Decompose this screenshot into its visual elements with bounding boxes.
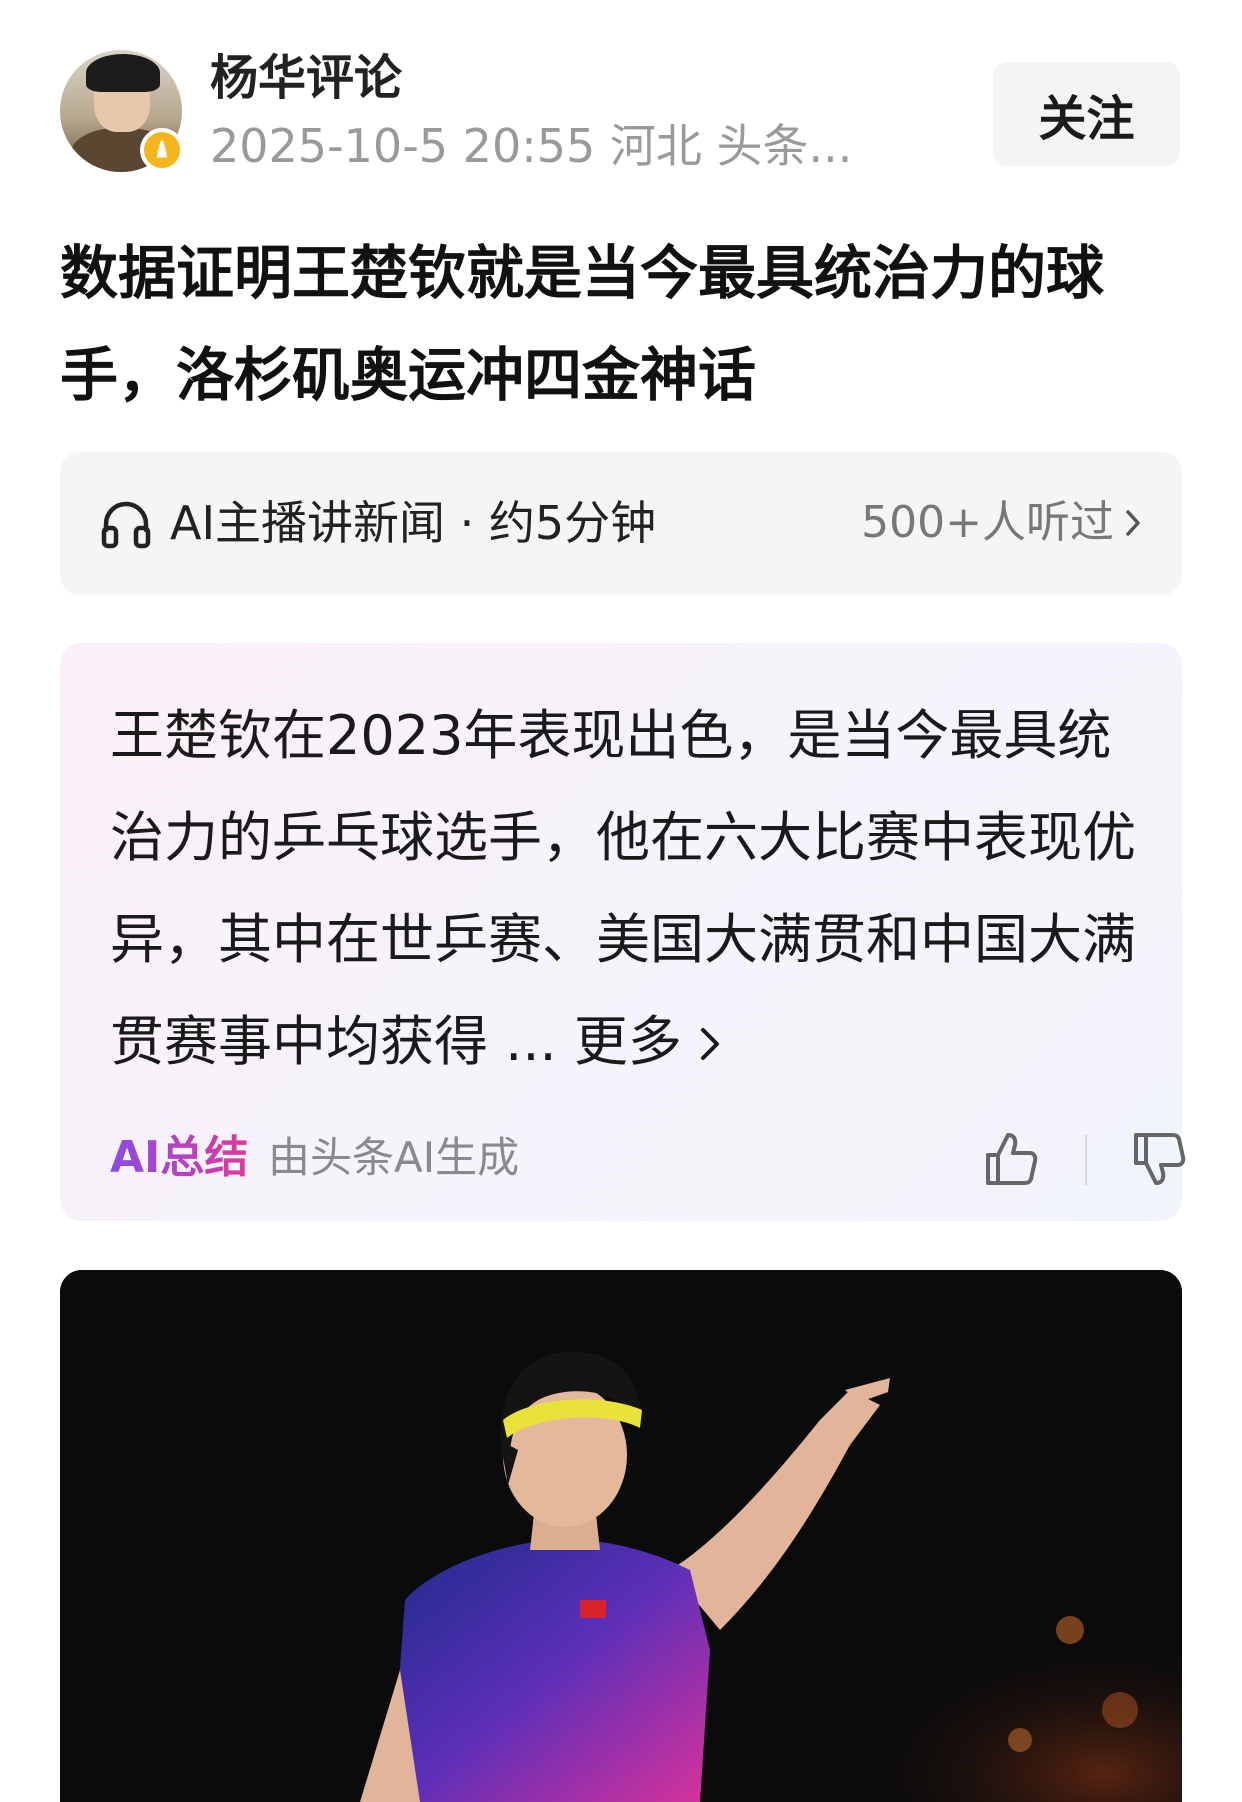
more-label: ... 更多 bbox=[505, 1010, 682, 1073]
audio-label: AI主播讲新闻 · 约5分钟 bbox=[170, 496, 657, 550]
listener-count-text: 500+人听过 bbox=[861, 497, 1114, 548]
listener-count: 500+人听过 bbox=[861, 490, 1142, 556]
athlete-photo-illustration bbox=[60, 1270, 1182, 1802]
article-title: 数据证明王楚钦就是当今最具统治力的球手，洛杉矶奥运冲四金神话 bbox=[60, 239, 1105, 409]
author-name[interactable]: 杨华评论 bbox=[210, 46, 402, 110]
ai-summary-card: 王楚钦在2023年表现出色，是当今最具统治力的乒乓球选手，他在六大比赛中表现优异… bbox=[60, 643, 1186, 1221]
ai-summary-source: 由头条AI生成 bbox=[268, 1133, 520, 1182]
ai-audio-bar[interactable]: AI主播讲新闻 · 约5分钟 500+人听过 bbox=[60, 452, 1182, 595]
article-photo[interactable] bbox=[60, 1270, 1182, 1802]
verified-badge-icon bbox=[140, 128, 184, 172]
ai-summary-footer: AI总结 由头条AI生成 bbox=[110, 1123, 1186, 1193]
thumbs-down-icon[interactable] bbox=[1128, 1129, 1188, 1189]
thumbs-up-icon[interactable] bbox=[980, 1129, 1040, 1189]
ai-summary-body: 王楚钦在2023年表现出色，是当今最具统治力的乒乓球选手，他在六大比赛中表现优异… bbox=[110, 685, 1150, 1093]
footer-divider bbox=[1085, 1135, 1087, 1185]
post-meta: 2025-10-5 20:55 河北 头条... bbox=[210, 119, 853, 173]
avatar-hair bbox=[86, 54, 160, 92]
chevron-right-icon bbox=[1126, 510, 1140, 536]
follow-button[interactable]: 关注 bbox=[993, 62, 1180, 166]
ai-summary-label: AI总结 bbox=[110, 1123, 248, 1193]
more-link[interactable]: ... 更多 bbox=[505, 1010, 721, 1073]
headphones-icon bbox=[101, 501, 151, 549]
chevron-right-icon bbox=[701, 1028, 720, 1060]
